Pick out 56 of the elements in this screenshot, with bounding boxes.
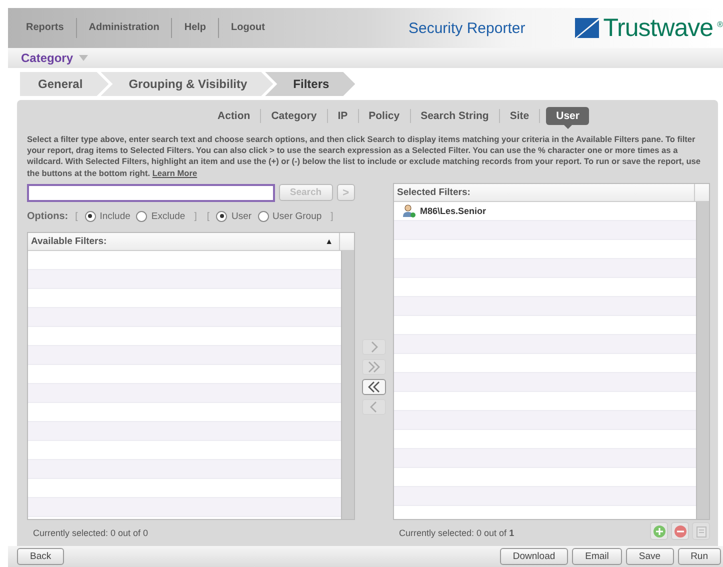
radio-option[interactable]: User: [216, 210, 252, 222]
selection-status: Currently selected: 0 out of 1: [398, 527, 516, 540]
radio-icon[interactable]: [216, 210, 228, 222]
wizard-step[interactable]: General: [20, 72, 109, 96]
registered-mark: ®: [717, 20, 723, 28]
filter-tab[interactable]: IP: [328, 107, 358, 125]
wizard-step[interactable]: Filters: [265, 72, 356, 96]
product-name: Security Reporter: [408, 20, 526, 36]
include-button[interactable]: [650, 522, 668, 540]
selection-status: Currently selected: 0 out of 0: [32, 527, 150, 540]
bracket: ]: [194, 210, 197, 222]
radio-icon[interactable]: [136, 210, 148, 222]
filter-tab[interactable]: Policy: [358, 107, 410, 125]
bracket: [: [75, 210, 78, 222]
action-button[interactable]: Run: [678, 548, 721, 565]
action-button[interactable]: Save: [626, 548, 674, 565]
back-button[interactable]: Back: [17, 548, 64, 565]
radio-option[interactable]: Include: [84, 210, 130, 222]
bracket: ]: [330, 210, 334, 222]
double-chevron-icon: [367, 381, 381, 394]
document-icon: [694, 524, 708, 538]
bracket: [: [206, 210, 210, 222]
column-header[interactable]: Available Filters:: [31, 236, 326, 247]
options-label: Options:: [27, 210, 68, 222]
scrollbar[interactable]: [341, 250, 354, 519]
minus-icon: [674, 524, 686, 538]
filter-tab[interactable]: Site: [500, 107, 540, 125]
radio-option[interactable]: User Group: [258, 210, 322, 222]
category-dropdown[interactable]: Category: [21, 51, 88, 65]
filter-tab[interactable]: Action: [208, 107, 260, 125]
instructions-text: Select a filter type above, enter search text and choose search options, and then click Search to display items matching your criteria in the Available Filters pane. To filter your report, drag items to Selected Filters. You can also click > to use the search expression as a Selected Filter. You can use the % character one or more times as a wildcard. With Selected Filters, highlight an item and use the (+) or (-) below the list to include or exclude matching records from your report. To run or save the report, use the buttons at the bottom right. Learn More: [27, 134, 702, 179]
sort-indicator[interactable]: ▲: [325, 236, 333, 246]
logo-text: Trustwave: [603, 14, 714, 42]
radio-icon[interactable]: [84, 210, 96, 222]
remove-all-button[interactable]: [362, 379, 386, 396]
scrollbar[interactable]: [696, 202, 709, 519]
filter-tab[interactable]: Search String: [410, 107, 499, 125]
selected-filter-item[interactable]: M86\Les.Senior: [394, 202, 696, 221]
caret-icon: [79, 55, 88, 61]
nav-link[interactable]: Logout: [218, 18, 277, 38]
user-icon: [402, 204, 416, 218]
nav-link[interactable]: Administration: [76, 18, 172, 38]
logo-icon: [575, 18, 600, 38]
plus-icon: [652, 524, 666, 538]
learn-more-link[interactable]: Learn More: [152, 168, 198, 178]
wizard-step[interactable]: Grouping & Visibility: [100, 72, 274, 96]
filter-tab[interactable]: Category: [261, 107, 327, 125]
exclude-button[interactable]: [671, 522, 689, 540]
action-button[interactable]: Email: [572, 548, 622, 565]
radio-icon[interactable]: [258, 210, 269, 222]
radio-option[interactable]: Exclude: [136, 210, 186, 222]
double-chevron-icon: [367, 361, 381, 374]
nav-link[interactable]: Reports: [18, 18, 76, 38]
nav-link[interactable]: Help: [171, 18, 218, 38]
search-field[interactable]: [27, 184, 275, 202]
action-button[interactable]: Download: [500, 548, 568, 565]
